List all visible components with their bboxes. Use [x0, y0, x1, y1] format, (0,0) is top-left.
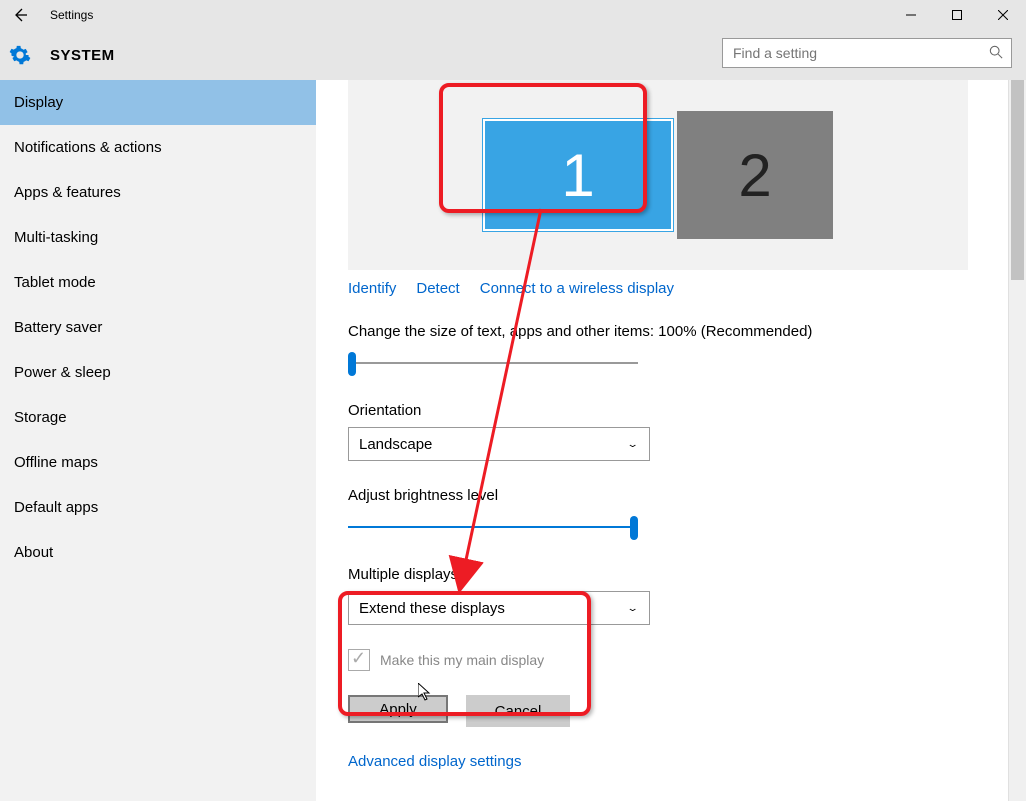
header: SYSTEM: [0, 30, 1026, 80]
sidebar-item-apps[interactable]: Apps & features: [0, 170, 316, 215]
cancel-button[interactable]: Cancel: [466, 695, 570, 727]
search-icon: [989, 45, 1003, 62]
brightness-label: Adjust brightness level: [348, 487, 1008, 504]
sidebar-item-tabletmode[interactable]: Tablet mode: [0, 260, 316, 305]
search-input[interactable]: [731, 44, 989, 62]
monitor-2[interactable]: 2: [677, 111, 833, 239]
main-display-checkbox[interactable]: [348, 649, 370, 671]
monitor-1[interactable]: 1: [483, 119, 673, 231]
main-display-label: Make this my main display: [380, 652, 544, 668]
orientation-select[interactable]: Landscape ⌄: [348, 427, 650, 461]
sidebar: Display Notifications & actions Apps & f…: [0, 80, 316, 801]
brightness-slider[interactable]: [348, 516, 638, 540]
sidebar-item-batterysaver[interactable]: Battery saver: [0, 305, 316, 350]
monitor-arrangement[interactable]: 1 2: [348, 80, 968, 270]
multidisplay-select[interactable]: Extend these displays ⌄: [348, 591, 650, 625]
content-pane: 1 2 Identify Detect Connect to a wireles…: [316, 80, 1008, 801]
advanced-display-link[interactable]: Advanced display settings: [348, 753, 521, 770]
sidebar-item-powersleep[interactable]: Power & sleep: [0, 350, 316, 395]
wireless-link[interactable]: Connect to a wireless display: [480, 280, 674, 297]
identify-link[interactable]: Identify: [348, 280, 396, 297]
detect-link[interactable]: Detect: [416, 280, 459, 297]
close-button[interactable]: [980, 0, 1026, 30]
sidebar-item-offlinemaps[interactable]: Offline maps: [0, 440, 316, 485]
apply-button[interactable]: Apply: [348, 695, 448, 723]
sidebar-item-about[interactable]: About: [0, 530, 316, 575]
orientation-value: Landscape: [359, 436, 432, 453]
sidebar-item-display[interactable]: Display: [0, 80, 316, 125]
orientation-label: Orientation: [348, 402, 1008, 419]
gear-icon: [0, 30, 40, 80]
title-bar: Settings: [0, 0, 1026, 30]
scale-slider[interactable]: [348, 352, 638, 376]
scroll-thumb[interactable]: [1011, 80, 1024, 280]
multidisplay-value: Extend these displays: [359, 600, 505, 617]
sidebar-item-defaultapps[interactable]: Default apps: [0, 485, 316, 530]
sidebar-item-notifications[interactable]: Notifications & actions: [0, 125, 316, 170]
system-heading: SYSTEM: [50, 47, 115, 64]
sidebar-item-storage[interactable]: Storage: [0, 395, 316, 440]
back-button[interactable]: [0, 0, 40, 30]
maximize-button[interactable]: [934, 0, 980, 30]
multidisplay-label: Multiple displays: [348, 566, 1008, 583]
scale-label: Change the size of text, apps and other …: [348, 323, 1008, 340]
chevron-down-icon: ⌄: [626, 603, 639, 614]
chevron-down-icon: ⌄: [626, 439, 639, 450]
search-box[interactable]: [722, 38, 1012, 68]
window-title: Settings: [50, 8, 93, 22]
sidebar-item-multitasking[interactable]: Multi-tasking: [0, 215, 316, 260]
minimize-button[interactable]: [888, 0, 934, 30]
content-scrollbar[interactable]: [1008, 80, 1026, 801]
